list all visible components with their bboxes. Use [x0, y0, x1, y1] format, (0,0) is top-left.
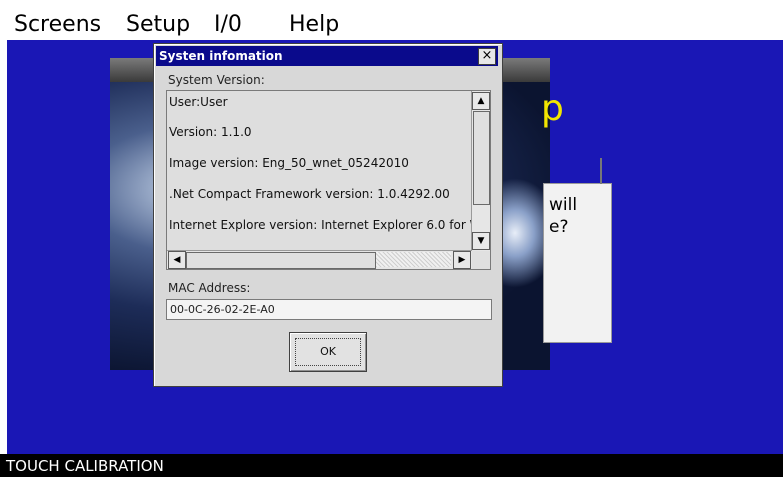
mac-address-label: MAC Address:: [168, 281, 251, 295]
menu-bar: Screens Setup I/0 Help: [0, 0, 783, 40]
background-dialog-line: e?: [549, 217, 569, 237]
system-info-dialog: Systen infomation × System Version: User…: [153, 43, 503, 387]
horizontal-scrollbar[interactable]: ◀ ▶: [167, 250, 472, 269]
scroll-left-button[interactable]: ◀: [168, 251, 186, 269]
vertical-scrollbar[interactable]: ▲ ▼: [471, 91, 490, 251]
ok-button[interactable]: OK: [289, 332, 367, 372]
list-item: Image version: Eng_50_wnet_05242010: [169, 156, 409, 170]
background-dialog-text: will e?: [549, 194, 577, 238]
mac-address-field[interactable]: 00-0C-26-02-2E-A0: [166, 299, 492, 320]
list-item: Version: 1.1.0: [169, 125, 252, 139]
status-bar: TOUCH CALIBRATION: [0, 454, 783, 477]
scroll-up-button[interactable]: ▲: [472, 92, 490, 110]
background-dialog-edge: [600, 158, 602, 184]
system-version-list[interactable]: User:User Version: 1.1.0 Image version: …: [166, 90, 491, 270]
status-text: TOUCH CALIBRATION: [6, 457, 164, 475]
background-heading-letter: p: [541, 88, 564, 129]
scrollbar-corner: [472, 251, 490, 269]
list-item: .Net Compact Framework version: 1.0.4292…: [169, 187, 450, 201]
menu-io[interactable]: I/0: [214, 12, 242, 37]
list-item: User:User: [169, 95, 228, 109]
horizontal-scroll-track[interactable]: [376, 252, 451, 267]
menu-screens[interactable]: Screens: [14, 12, 101, 37]
menu-help[interactable]: Help: [289, 12, 339, 37]
dialog-title-bar: Systen infomation ×: [156, 46, 498, 66]
system-version-label: System Version:: [168, 73, 265, 87]
vertical-scroll-thumb[interactable]: [473, 111, 490, 205]
menu-setup[interactable]: Setup: [126, 12, 190, 37]
scroll-right-button[interactable]: ▶: [453, 251, 471, 269]
list-item: Internet Explore version: Internet Explo…: [169, 218, 491, 232]
background-dialog-line: will: [549, 195, 578, 215]
scroll-down-button[interactable]: ▼: [472, 232, 490, 250]
horizontal-scroll-thumb[interactable]: [186, 252, 376, 269]
ok-button-label: OK: [295, 338, 361, 366]
dialog-title: Systen infomation: [159, 49, 283, 63]
background-dialog: will e?: [543, 158, 612, 343]
close-button[interactable]: ×: [478, 48, 496, 65]
